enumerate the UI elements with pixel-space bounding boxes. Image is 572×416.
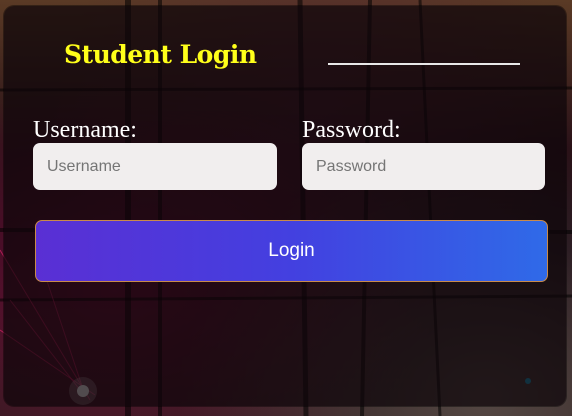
password-input[interactable] xyxy=(302,143,545,190)
page-title: Student Login xyxy=(64,40,257,69)
password-label: Password: xyxy=(302,117,401,143)
login-panel: Student Login Username: Password: Login xyxy=(4,6,566,406)
login-button[interactable]: Login xyxy=(35,220,548,282)
login-page: Student Login Username: Password: Login xyxy=(0,0,572,416)
title-divider xyxy=(328,63,520,65)
username-label: Username: xyxy=(33,117,137,143)
username-input[interactable] xyxy=(33,143,277,190)
